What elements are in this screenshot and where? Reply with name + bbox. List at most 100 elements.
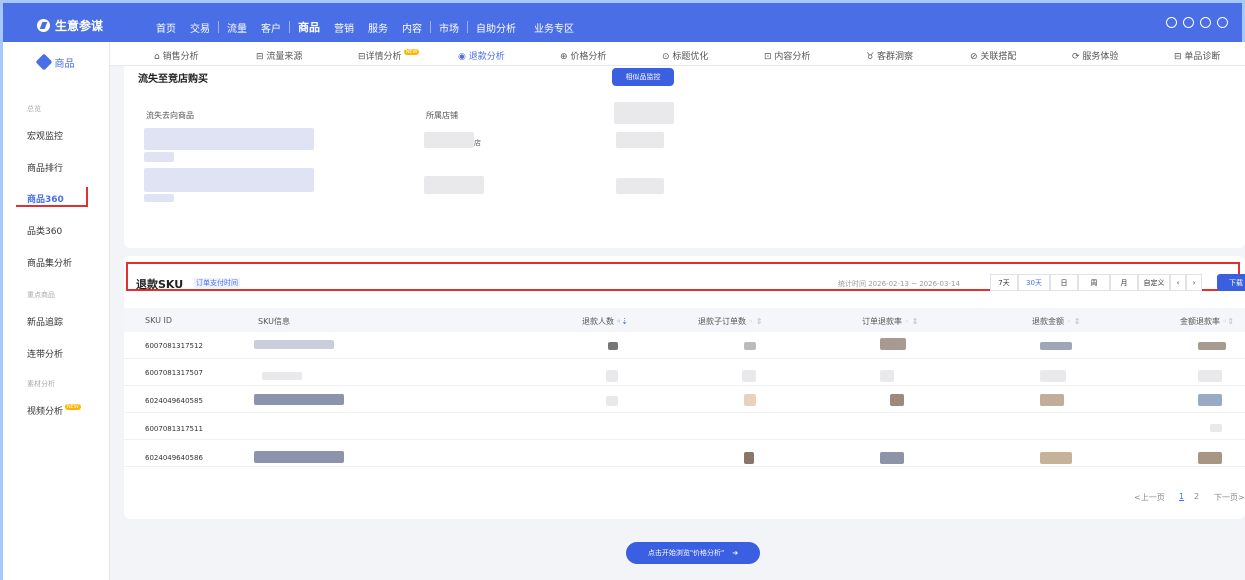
new-badge: NEW [65, 404, 81, 410]
tab-title-label: 标题优化 [672, 52, 709, 62]
tab-sales[interactable]: ⌂ 销售分析 [154, 49, 199, 62]
user-icon[interactable] [1183, 17, 1194, 28]
similar-monitor-button[interactable]: 相似品监控 [612, 68, 674, 86]
tab-content[interactable]: ⊡ 内容分析 [764, 49, 810, 62]
nav-item-marketing[interactable]: 营销 [334, 20, 354, 35]
sidebar-item-macro[interactable]: 宏观监控 [27, 129, 63, 142]
nav-divider [430, 21, 431, 33]
table-row[interactable] [124, 413, 1245, 440]
col-order-refund-rate-label: 订单退款率 [862, 317, 902, 326]
blurred-value [1198, 452, 1222, 464]
blurred-value [608, 342, 618, 350]
blurred-product [144, 128, 314, 150]
tab-title[interactable]: ⊙ 标题优化 [662, 49, 708, 62]
pager-page-1[interactable]: 1 [1179, 492, 1184, 501]
blurred-product [144, 194, 174, 202]
tab-audience[interactable]: ♉ 客群洞察 [866, 49, 913, 62]
sidebar-item-category360[interactable]: 品类360 [27, 224, 62, 237]
logo-icon [37, 19, 50, 32]
sidebar-header[interactable]: 商品 [3, 42, 109, 82]
browse-price-analysis-button[interactable]: 点击开始浏览"价格分析" ➜ [626, 542, 760, 564]
blurred-cell [616, 178, 664, 194]
nav-item-traffic[interactable]: 流量 [227, 20, 247, 35]
sidebar: 商品 总览 宏观监控 商品排行 商品360 品类360 商品集分析 重点商品 新… [0, 42, 110, 580]
tab-diagnosis[interactable]: ⊟ 单品诊断 [1174, 49, 1220, 62]
top-nav: 首页 交易 流量 客户 商品 营销 服务 内容 市场 自助分析 业务专区 [156, 19, 574, 35]
goods-icon [35, 53, 52, 71]
range-month[interactable]: 月 [1110, 274, 1138, 291]
range-week[interactable]: 周 [1078, 274, 1110, 291]
tab-service[interactable]: ⟳ 服务体验 [1072, 49, 1118, 62]
sku-id: 6007081317511 [145, 425, 203, 433]
stat-time: 统计时间 2026-02-13 ~ 2026-03-14 [838, 280, 960, 288]
col-shop: 所属店铺 [426, 111, 458, 120]
sub-tabs: ⌂ 销售分析 ⊟ 流量来源 ⊟详情分析 NEW ◉ 退款分析 ⊕ 价格分析 ⊙ 标… [110, 42, 1245, 66]
blurred-sku [262, 372, 302, 380]
blurred-sku [254, 451, 344, 463]
sidebar-item-set-analysis[interactable]: 商品集分析 [27, 256, 72, 269]
sidebar-item-video[interactable]: 视频分析 NEW [27, 404, 81, 417]
range-custom[interactable]: 自定义 [1138, 274, 1170, 291]
tab-refund[interactable]: ◉ 退款分析 [458, 49, 505, 62]
col-lost-goods: 流失去向商品 [146, 111, 194, 120]
range-day[interactable]: 日 [1050, 274, 1078, 291]
pager-page-2[interactable]: 2 [1194, 492, 1199, 501]
sort-icon: ◦ ⇕ [904, 317, 919, 326]
download-button[interactable]: 下载 [1217, 274, 1245, 291]
col-order-refund-rate[interactable]: 订单退款率 ◦ ⇕ [862, 316, 919, 327]
nav-item-customer[interactable]: 客户 [261, 20, 281, 35]
tab-refund-label: 退款分析 [468, 52, 505, 62]
sidebar-item-rank[interactable]: 商品排行 [27, 161, 63, 174]
col-refund-amount[interactable]: 退款金额 ◦ ⇕ [1032, 316, 1081, 327]
range-7d[interactable]: 7天 [990, 274, 1018, 291]
nav-item-content[interactable]: 内容 [402, 20, 422, 35]
blurred-value [606, 370, 618, 382]
range-prev-icon[interactable]: ‹ [1170, 274, 1186, 291]
refund-sku-title: 退款SKU [136, 278, 184, 291]
tab-traffic[interactable]: ⊟ 流量来源 [256, 49, 302, 62]
order-pay-time-tag[interactable]: 订单支付时间 [194, 278, 240, 288]
pager-prev[interactable]: <上一页 [1134, 492, 1165, 503]
sidebar-item-video-label: 视频分析 [27, 407, 64, 417]
blurred-value [1040, 370, 1066, 382]
sidebar-item-new-track[interactable]: 新品追踪 [27, 315, 63, 328]
arrow-right-icon: ➜ [732, 549, 739, 557]
app-logo[interactable]: 生意参谋 [37, 17, 103, 34]
blurred-value [1198, 370, 1222, 382]
sort-desc-icon: ◦⇣ [616, 317, 628, 326]
top-bar: 生意参谋 首页 交易 流量 客户 商品 营销 服务 内容 市场 自助分析 业务专… [0, 0, 1245, 42]
logout-icon[interactable] [1217, 17, 1228, 28]
col-amount-refund-rate[interactable]: 金额退款率 ◦⇕ [1180, 316, 1234, 327]
nav-item-trade[interactable]: 交易 [190, 20, 210, 35]
nav-item-home[interactable]: 首页 [156, 20, 176, 35]
blurred-value [744, 394, 756, 406]
browse-price-analysis-label: 点击开始浏览"价格分析" [647, 549, 725, 557]
nav-item-goods[interactable]: 商品 [298, 19, 320, 35]
tab-association[interactable]: ⊘ 关联搭配 [970, 49, 1016, 62]
blurred-value [880, 452, 904, 464]
tab-sales-label: 销售分析 [162, 52, 199, 62]
blurred-sku [254, 394, 344, 405]
message-icon[interactable] [1166, 17, 1177, 28]
sort-icon: ◦ ⇕ [748, 317, 763, 326]
sidebar-item-linked[interactable]: 连带分析 [27, 347, 63, 360]
sidebar-group-material: 素材分析 [27, 380, 55, 388]
col-refund-people[interactable]: 退款人数 ◦⇣ [582, 316, 628, 327]
nav-item-service[interactable]: 服务 [368, 20, 388, 35]
blurred-value [1040, 394, 1064, 406]
blurred-value [606, 396, 618, 406]
blurred-value [880, 370, 894, 382]
nav-divider [467, 21, 468, 33]
nav-item-business[interactable]: 业务专区 [534, 20, 574, 35]
help-icon[interactable] [1200, 17, 1211, 28]
pager-next[interactable]: 下一页> [1214, 492, 1245, 503]
app-name: 生意参谋 [55, 19, 104, 33]
col-refund-suborders[interactable]: 退款子订单数 ◦ ⇕ [698, 316, 763, 327]
nav-item-selfanalysis[interactable]: 自助分析 [476, 20, 516, 35]
tab-price[interactable]: ⊕ 价格分析 [560, 49, 606, 62]
range-30d[interactable]: 30天 [1018, 274, 1050, 291]
range-next-icon[interactable]: › [1186, 274, 1202, 291]
nav-item-market[interactable]: 市场 [439, 20, 459, 35]
tab-detail[interactable]: ⊟详情分析 NEW [358, 49, 420, 62]
tab-price-label: 价格分析 [570, 52, 607, 62]
